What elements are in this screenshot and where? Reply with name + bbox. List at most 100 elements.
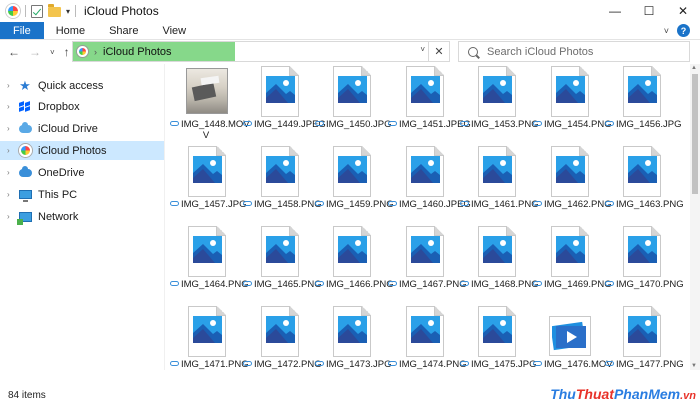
file-item[interactable]: IMG_1461.PNG	[460, 146, 539, 226]
help-icon[interactable]: ?	[677, 24, 690, 37]
file-item[interactable]: IMG_1454.PNG	[533, 66, 612, 146]
image-file-icon	[478, 66, 516, 117]
breadcrumb-chevron-icon[interactable]: ›	[94, 47, 97, 57]
vertical-scrollbar[interactable]: ▲ ▼	[690, 64, 700, 370]
minimize-button[interactable]: —	[598, 0, 632, 22]
file-item[interactable]: IMG_1449.JPEG	[243, 66, 326, 146]
file-item[interactable]: IMG_1470.PNG	[605, 226, 684, 306]
file-item[interactable]: IMG_1468.PNG	[460, 226, 539, 306]
expand-chevron-icon[interactable]: ›	[0, 81, 18, 90]
file-item[interactable]: IMG_1456.JPG	[605, 66, 681, 146]
file-item[interactable]: IMG_1467.PNG	[388, 226, 467, 306]
navigation-pane: › ★ Quick access › Dropbox › iCloud Driv…	[0, 64, 164, 370]
tab-share[interactable]: Share	[97, 22, 150, 39]
search-input[interactable]	[487, 45, 677, 58]
expand-chevron-icon[interactable]: ›	[0, 102, 18, 111]
star-icon: ★	[19, 78, 31, 93]
file-item[interactable]: IMG_1464.PNG	[170, 226, 249, 306]
file-item[interactable]: IMG_1448.MOV V	[170, 66, 250, 146]
file-item[interactable]: IMG_1463.PNG	[605, 146, 684, 226]
sidebar-item-icloud-photos[interactable]: › iCloud Photos	[0, 141, 164, 160]
back-arrow-icon[interactable]: ←	[8, 45, 20, 59]
maximize-button[interactable]: ☐	[632, 0, 666, 22]
file-item[interactable]: IMG_1475.JPG	[460, 306, 536, 370]
file-item[interactable]: IMG_1460.JPEG	[388, 146, 471, 226]
image-file-icon	[188, 146, 226, 197]
tab-home[interactable]: Home	[44, 22, 97, 39]
scroll-down-icon[interactable]: ▼	[691, 363, 697, 369]
expand-chevron-icon[interactable]: ›	[0, 146, 18, 155]
expand-chevron-icon[interactable]: ›	[0, 124, 18, 133]
cloud-status-icon	[170, 281, 179, 286]
sidebar-item-quick-access[interactable]: › ★ Quick access	[0, 76, 164, 95]
item-count: 84 items	[8, 389, 46, 401]
sidebar-item-dropbox[interactable]: › Dropbox	[0, 97, 164, 116]
file-item[interactable]: IMG_1459.PNG	[315, 146, 394, 226]
customize-toolbar-chevron-icon[interactable]: ▾	[66, 7, 70, 16]
file-item[interactable]: IMG_1477.PNG	[605, 306, 684, 370]
file-item[interactable]: IMG_1476.MOVV	[533, 306, 613, 370]
dropbox-icon	[18, 100, 32, 114]
address-history-chevron-icon[interactable]: ˅	[420, 45, 425, 54]
file-item[interactable]: IMG_1462.PNG	[533, 146, 612, 226]
image-file-icon	[188, 226, 226, 277]
expand-ribbon-chevron-icon[interactable]: ˅	[664, 26, 669, 36]
file-item[interactable]: IMG_1465.PNG	[243, 226, 322, 306]
expand-chevron-icon[interactable]: ›	[0, 190, 18, 199]
quick-access-toolbar: ▾	[0, 0, 77, 22]
sidebar-item-network[interactable]: › Network	[0, 207, 164, 226]
tab-file[interactable]: File	[0, 22, 44, 39]
image-file-icon	[478, 226, 516, 277]
clear-address-button[interactable]: ✕	[428, 41, 449, 62]
image-file-icon	[406, 146, 444, 197]
file-item[interactable]: IMG_1471.PNG	[170, 306, 249, 370]
file-name: IMG_1462.PNG	[533, 199, 612, 210]
toolbar-divider	[25, 5, 26, 17]
image-file-icon	[261, 66, 299, 117]
file-item[interactable]: IMG_1450.JPG	[315, 66, 391, 146]
file-item[interactable]: IMG_1472.PNG	[243, 306, 322, 370]
sidebar-item-label: This PC	[38, 188, 78, 201]
new-folder-icon[interactable]	[48, 4, 61, 17]
forward-arrow-icon[interactable]: →	[29, 45, 41, 59]
file-item[interactable]: IMG_1458.PNG	[243, 146, 322, 226]
up-arrow-icon[interactable]: ↑	[64, 45, 70, 59]
file-list: IMG_1448.MOV V IMG_1449.JPEG IMG_1450.JPG IM…	[170, 64, 688, 370]
cloud-status-icon	[170, 361, 179, 366]
sidebar-item-this-pc[interactable]: › This PC	[0, 185, 164, 204]
properties-icon[interactable]	[31, 4, 43, 18]
expand-chevron-icon[interactable]: ›	[0, 212, 18, 221]
file-name: IMG_1467.PNG	[388, 279, 467, 290]
image-file-icon	[623, 306, 661, 357]
address-bar[interactable]: › iCloud Photos ˅ ✕	[72, 41, 450, 62]
breadcrumb-icloud-photos[interactable]: iCloud Photos	[103, 46, 172, 58]
cloud-status-icon	[460, 281, 469, 286]
file-name: IMG_1460.JPEG	[388, 199, 471, 210]
watermark: ThuThuatPhanMem.vn	[550, 386, 696, 402]
recent-locations-chevron-icon[interactable]: ˅	[50, 48, 55, 57]
file-item[interactable]: IMG_1457.JPG	[170, 146, 246, 226]
cloud-status-icon	[388, 361, 397, 366]
file-item[interactable]: IMG_1474.PNG	[388, 306, 467, 370]
image-file-icon	[188, 306, 226, 357]
pane-divider[interactable]	[164, 64, 165, 370]
icloud-photos-app-icon[interactable]	[6, 4, 20, 18]
sidebar-item-icloud-drive[interactable]: › iCloud Drive	[0, 119, 164, 138]
scrollbar-thumb[interactable]	[692, 74, 698, 194]
tab-view[interactable]: View	[150, 22, 198, 39]
close-button[interactable]: ✕	[666, 0, 700, 22]
cloud-status-icon	[533, 121, 542, 126]
file-item[interactable]: IMG_1466.PNG	[315, 226, 394, 306]
file-item[interactable]: IMG_1451.JPEG	[388, 66, 471, 146]
onedrive-icon	[18, 165, 32, 180]
file-name: IMG_1461.PNG	[460, 199, 539, 210]
sidebar-item-onedrive[interactable]: › OneDrive	[0, 163, 164, 182]
file-item[interactable]: IMG_1469.PNG	[533, 226, 612, 306]
image-file-icon	[623, 226, 661, 277]
file-item[interactable]: IMG_1453.PNG	[460, 66, 539, 146]
sidebar-item-label: Dropbox	[38, 100, 80, 113]
file-item[interactable]: IMG_1473.JPG	[315, 306, 391, 370]
scroll-up-icon[interactable]: ▲	[691, 65, 697, 71]
cloud-status-icon	[388, 281, 397, 286]
expand-chevron-icon[interactable]: ›	[0, 168, 18, 177]
